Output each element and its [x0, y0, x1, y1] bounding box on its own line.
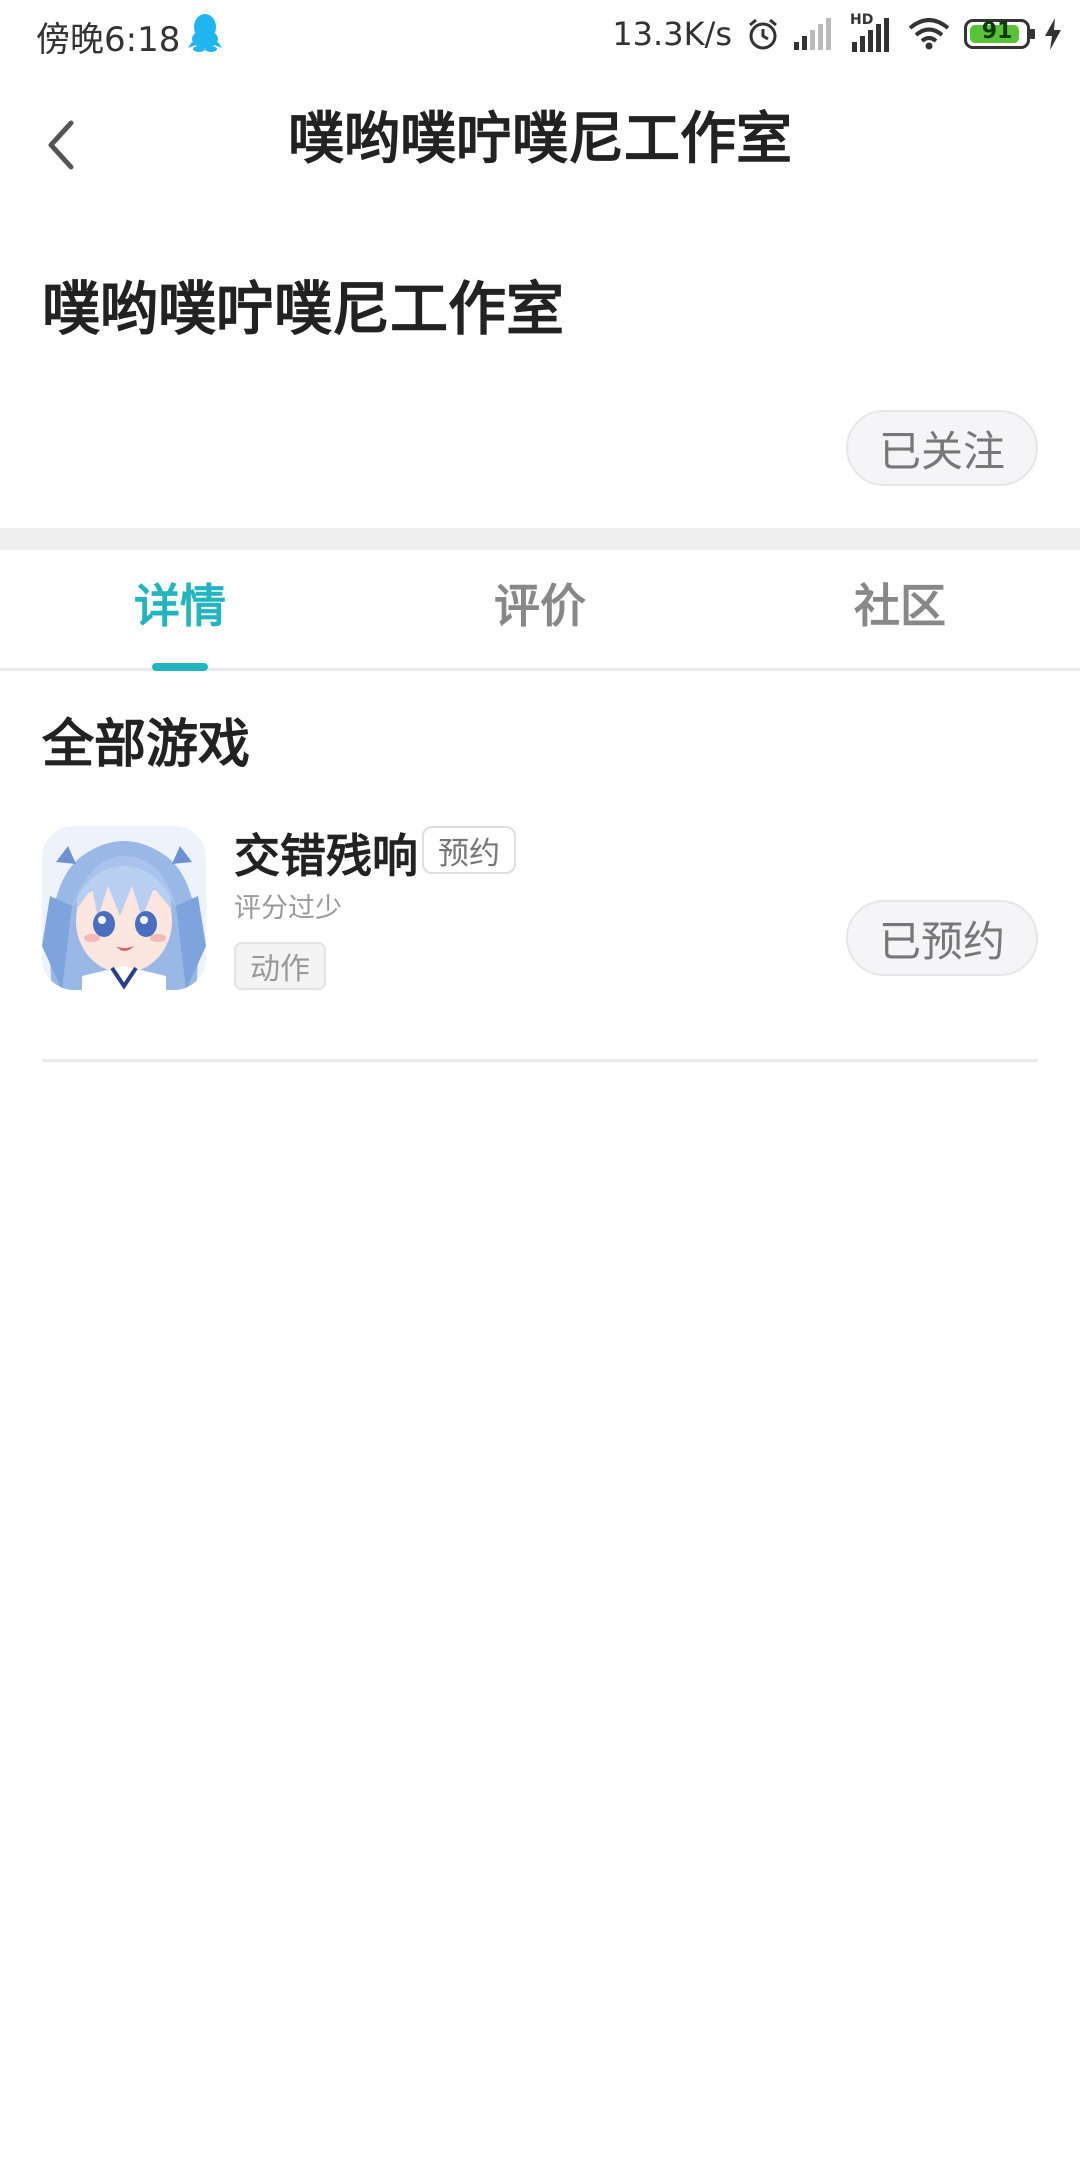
status-bar: 傍晚6:18 13.3K/s HD 91	[0, 0, 1080, 70]
net-speed: 13.3K/s	[612, 15, 732, 53]
list-divider	[42, 1059, 1038, 1062]
page-title: 噗哟噗咛噗尼工作室	[288, 107, 792, 172]
follow-button[interactable]: 已关注	[846, 410, 1038, 486]
reserved-button[interactable]: 已预约	[846, 900, 1038, 976]
back-button[interactable]	[36, 110, 86, 180]
battery-icon: 91	[964, 19, 1035, 49]
charging-icon	[1044, 18, 1062, 50]
anime-girl-game-icon[interactable]	[42, 826, 206, 990]
genre-tag: 动作	[234, 942, 326, 990]
alarm-icon	[746, 17, 780, 51]
wifi-icon	[908, 18, 950, 50]
active-tab-indicator	[152, 663, 208, 671]
battery-level: 91	[981, 19, 1013, 44]
signal-icon	[794, 18, 836, 50]
tab-details[interactable]: 详情	[0, 570, 360, 636]
signal-hd-icon: HD	[850, 12, 894, 52]
back-arrow-icon	[48, 120, 74, 170]
qq-icon	[188, 12, 222, 52]
studio-name: 噗哟噗咛噗尼工作室	[42, 275, 565, 343]
reservation-tag: 预约	[422, 826, 516, 874]
status-time: 傍晚6:18	[36, 20, 181, 60]
section-title: 全部游戏	[42, 715, 251, 775]
game-name[interactable]: 交错残响	[234, 820, 418, 886]
rating-text: 评分过少	[234, 893, 342, 924]
tab-reviews[interactable]: 评价	[360, 570, 720, 636]
section-divider	[0, 528, 1080, 550]
tab-community[interactable]: 社区	[720, 570, 1080, 636]
status-right: 13.3K/s HD 91	[612, 10, 1062, 58]
